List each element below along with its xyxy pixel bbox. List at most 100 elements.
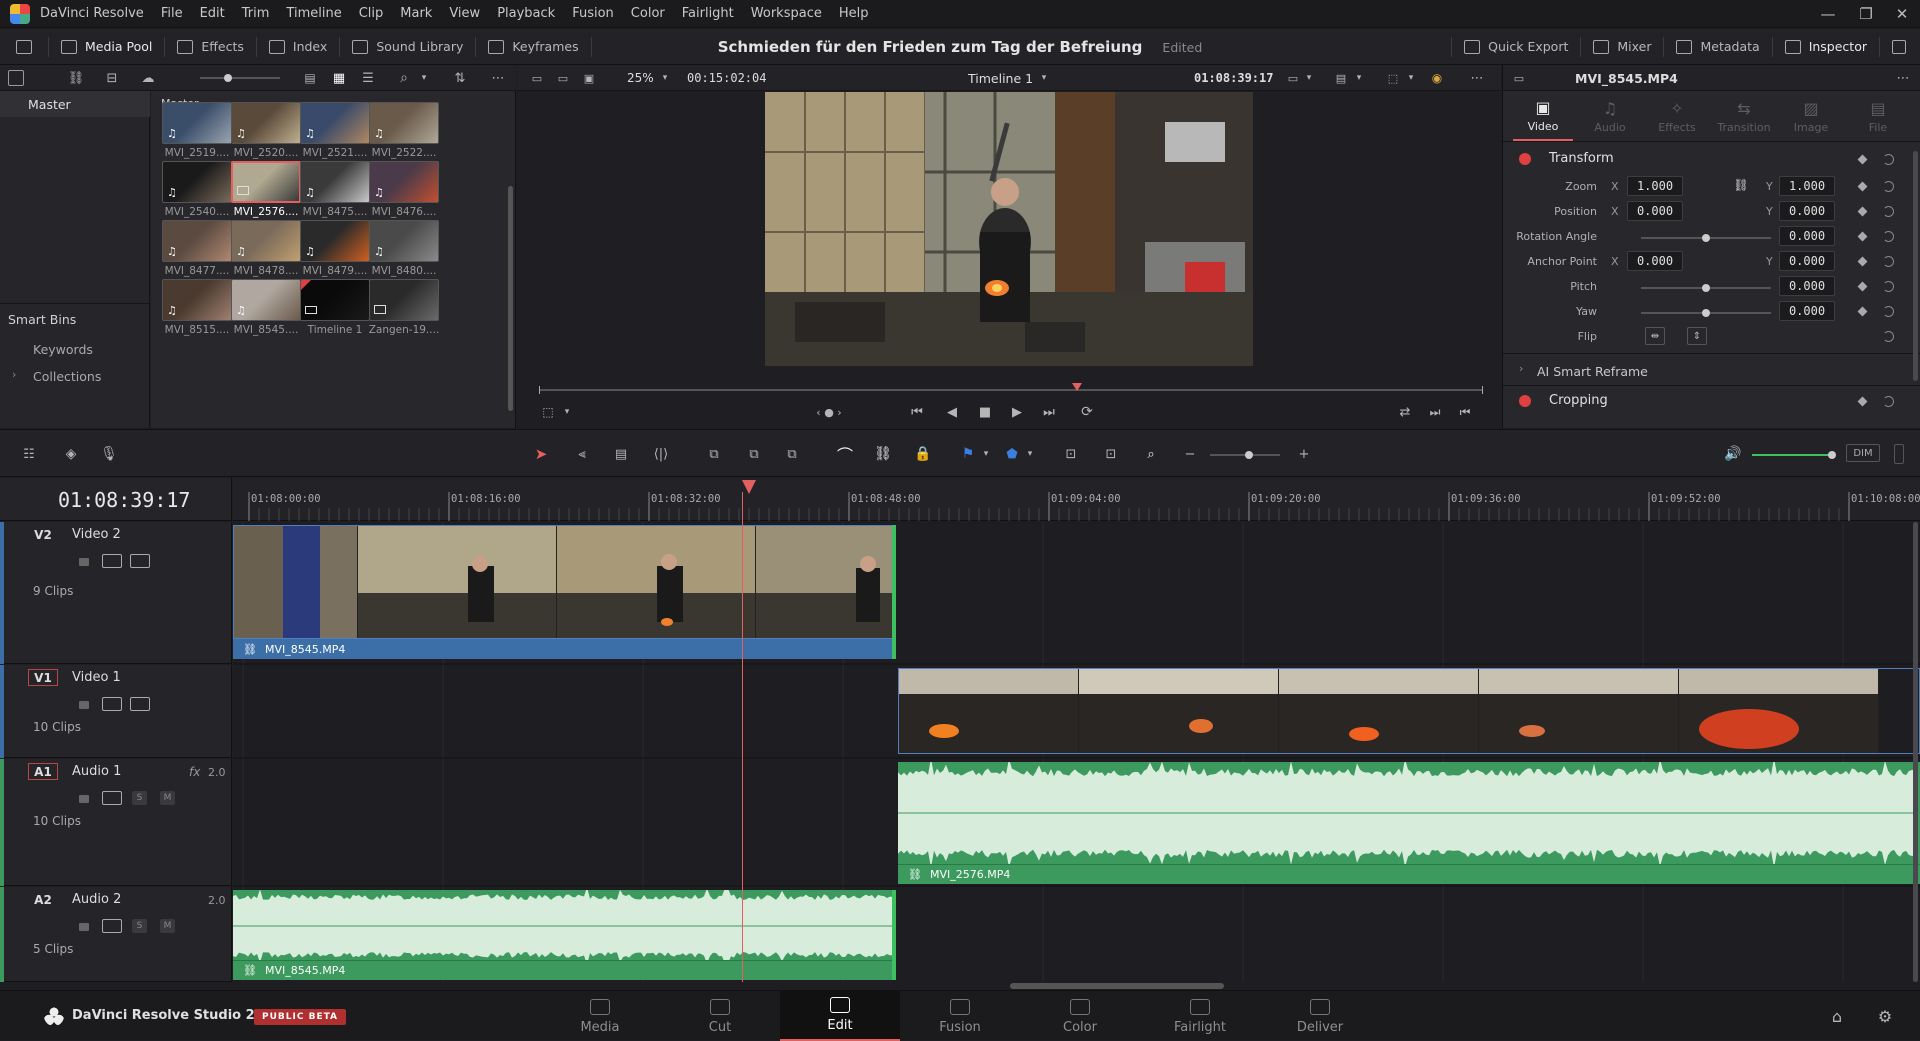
inspector-scrollbar[interactable] (1913, 151, 1918, 381)
media-clip-thumbnail[interactable] (369, 279, 439, 321)
yaw-slider[interactable] (1641, 309, 1771, 317)
inspector-tab-video[interactable]: ▣ Video (1513, 91, 1573, 141)
index-button[interactable]: Index (257, 29, 339, 65)
mute-button[interactable]: M (160, 919, 175, 933)
inspector-tab-file[interactable]: ▤ File (1848, 91, 1908, 141)
reset-icon[interactable] (1883, 281, 1894, 292)
reset-icon[interactable] (1883, 306, 1894, 317)
flip-vertical-icon[interactable]: ⇕ (1687, 327, 1707, 345)
track-enable-icon[interactable] (130, 554, 150, 568)
timeline-view-options-icon[interactable]: ☷ (18, 444, 40, 464)
a2-waveform[interactable] (233, 890, 894, 962)
keyframe-icon[interactable] (1857, 231, 1868, 242)
loop-icon[interactable]: ⟳ (1077, 402, 1097, 422)
chevron-down-icon[interactable]: ▾ (659, 71, 671, 85)
snapping-icon[interactable]: ⌒ (834, 444, 856, 465)
media-clip-thumbnail[interactable]: ♫ (300, 220, 370, 262)
play-reverse-icon[interactable]: ◀ (942, 402, 962, 422)
page-tab-edit[interactable]: Edit (780, 991, 900, 1041)
effects-button[interactable]: Effects (165, 29, 256, 65)
trim-tool-icon[interactable]: ⫷ (568, 444, 596, 464)
zoom-x-input[interactable]: 1.000 (1627, 176, 1683, 196)
menu-view[interactable]: View (449, 6, 480, 21)
menu-color[interactable]: Color (631, 6, 665, 21)
dynamic-trim-icon[interactable]: ▤ (608, 444, 634, 464)
match-frame-icon[interactable]: ⇄ (1395, 402, 1415, 422)
keyframe-icon[interactable] (1857, 154, 1868, 165)
prev-edit-icon[interactable]: ⏮ (1455, 402, 1475, 422)
viewer-overlay-icon[interactable]: ▭ (1285, 71, 1301, 85)
menu-file[interactable]: File (161, 6, 183, 21)
track-name[interactable]: Audio 1 (72, 764, 121, 779)
keyframe-icon[interactable] (1857, 306, 1868, 317)
quick-export-button[interactable]: Quick Export (1452, 29, 1580, 65)
lock-icon[interactable] (79, 558, 89, 566)
keyframe-icon[interactable] (1857, 281, 1868, 292)
viewer-scrubber[interactable] (539, 389, 1483, 391)
more-options-icon[interactable]: ⋯ (1469, 71, 1485, 86)
ai-smart-reframe-section[interactable]: AI Smart Reframe (1537, 364, 1648, 379)
grid-view-icon[interactable]: ▦ (331, 70, 347, 86)
lock-icon[interactable] (79, 795, 89, 803)
go-to-start-icon[interactable]: ⏮ (907, 402, 927, 422)
selection-tool-icon[interactable]: ➤ (530, 444, 552, 464)
page-tab-media[interactable]: Media (540, 991, 660, 1041)
chevron-down-icon[interactable]: ▾ (418, 70, 430, 86)
zoom-out-icon[interactable]: − (1182, 444, 1198, 464)
inspector-tab-effects[interactable]: ✧ Effects (1647, 91, 1707, 141)
more-options-icon[interactable]: ⋯ (1895, 70, 1911, 86)
timeline-hscroll-thumb[interactable] (1010, 983, 1224, 989)
sound-library-button[interactable]: Sound Library (340, 29, 475, 65)
thumbnail-size-slider[interactable] (200, 74, 280, 82)
replace-clip-icon[interactable]: ⧉ (778, 444, 806, 464)
reset-icon[interactable] (1883, 331, 1894, 342)
auto-select-icon[interactable] (102, 554, 122, 568)
zoom-in-icon[interactable]: + (1296, 444, 1312, 464)
workspace-toggle-button[interactable] (0, 29, 48, 65)
menu-help[interactable]: Help (839, 6, 869, 21)
insert-clip-icon[interactable]: ⧉ (700, 444, 728, 464)
menu-mark[interactable]: Mark (400, 6, 432, 21)
menu-timeline[interactable]: Timeline (286, 6, 341, 21)
metadata-button[interactable]: Metadata (1664, 29, 1771, 65)
color-wheel-icon[interactable]: ◉ (1429, 70, 1445, 86)
smart-bin-collections[interactable]: Collections (33, 369, 101, 384)
page-tab-cut[interactable]: Cut (660, 991, 780, 1041)
viewer-layout-icon[interactable]: ▭ (529, 71, 545, 85)
reset-icon[interactable] (1883, 396, 1894, 407)
lock-icon[interactable] (79, 701, 89, 709)
inspector-tab-transition[interactable]: ⇆ Transition (1714, 91, 1774, 141)
volume-slider[interactable] (1752, 451, 1836, 459)
monitor-icon[interactable]: ▤ (1333, 71, 1349, 85)
more-options-icon[interactable]: ⋯ (490, 70, 506, 86)
media-clip-thumbnail[interactable] (300, 279, 370, 321)
inspector-button[interactable]: Inspector (1773, 29, 1879, 65)
page-tab-fusion[interactable]: Fusion (900, 991, 1020, 1041)
timeline-playhead-line[interactable] (742, 492, 743, 982)
media-clip-thumbnail[interactable]: ♫ (369, 161, 439, 203)
anchor-x-input[interactable]: 0.000 (1627, 251, 1683, 271)
audio-waveform-icon[interactable]: ◈ (60, 444, 82, 464)
mixer-button[interactable]: Mixer (1581, 29, 1663, 65)
chevron-down-icon[interactable]: ▾ (980, 444, 992, 464)
chevron-down-icon[interactable]: ▾ (1038, 71, 1050, 85)
home-icon[interactable]: ⌂ (1826, 1005, 1848, 1027)
next-edit-icon[interactable]: ⏭ (1425, 402, 1445, 422)
media-clip-thumbnail[interactable]: ♫ (162, 161, 232, 203)
v1-clip-frames[interactable] (898, 668, 1920, 754)
overwrite-clip-icon[interactable]: ⧉ (740, 444, 768, 464)
media-pool-scrollbar[interactable] (508, 186, 513, 411)
a1-waveform[interactable] (898, 762, 1920, 864)
transform-icon[interactable]: ⬚ (1385, 71, 1401, 85)
menu-edit[interactable]: Edit (200, 6, 225, 21)
page-tab-color[interactable]: Color (1020, 991, 1140, 1041)
bins-icon[interactable]: ⊟ (104, 70, 120, 86)
media-clip-thumbnail[interactable] (231, 161, 301, 203)
sidebar-toggle-icon[interactable] (8, 70, 24, 86)
pitch-slider[interactable] (1641, 284, 1771, 292)
position-y-input[interactable]: 0.000 (1779, 201, 1835, 221)
chevron-down-icon[interactable]: ▾ (1303, 71, 1315, 85)
chevron-right-icon[interactable]: › (1519, 362, 1523, 375)
menu-fusion[interactable]: Fusion (572, 6, 614, 21)
menu-fairlight[interactable]: Fairlight (682, 6, 734, 21)
